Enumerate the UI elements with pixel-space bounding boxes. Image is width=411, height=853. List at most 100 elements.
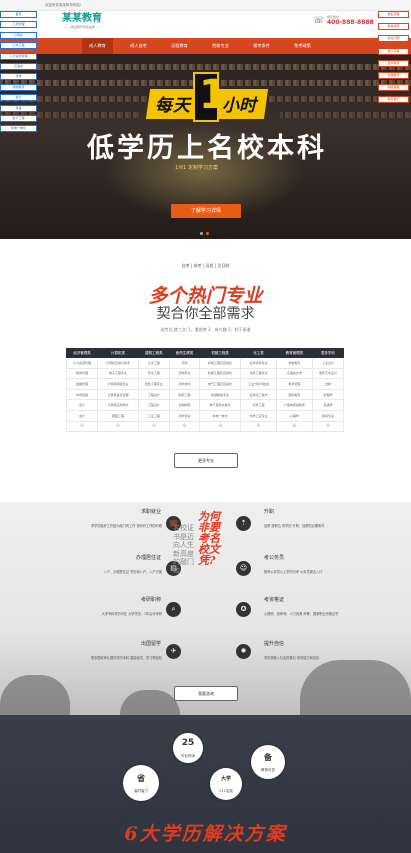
nav-item[interactable]: 成人教育 <box>82 38 113 54</box>
side-right-item[interactable]: 成人高考 <box>378 47 409 55</box>
plus-icon[interactable]: ⊕ <box>168 420 201 433</box>
major-cell[interactable]: 安全工程 <box>137 367 170 380</box>
major-cell[interactable]: 财务管理 <box>65 367 99 380</box>
side-left-item[interactable]: 首页 <box>0 11 37 18</box>
major-cell[interactable]: 计算机信息管理 <box>97 388 139 401</box>
major-cell[interactable]: 工业设计 <box>311 357 345 369</box>
benefit-desc: 加薪 提职位,有学历 升职、加薪的必要条件 <box>264 524 325 528</box>
benefit-title: 考资格证 <box>264 597 285 603</box>
major-cell[interactable]: 化学工程 <box>239 399 277 411</box>
major-cell[interactable]: 化学工业专业 <box>239 409 277 422</box>
side-left-item[interactable]: 计算机 <box>0 31 37 39</box>
side-left-item[interactable]: 土木工程 <box>0 42 37 50</box>
major-cell[interactable]: 法律 <box>311 378 345 390</box>
major-cell[interactable]: 市场营销 <box>65 388 99 401</box>
nav-item[interactable]: 报考条件 <box>246 38 277 54</box>
table-header: 经济管理类 <box>65 348 99 358</box>
carousel-dot-active[interactable] <box>206 232 209 235</box>
side-left-item[interactable]: 机电一体化 <box>0 125 37 133</box>
side-right-item[interactable]: 网络课程 <box>378 84 409 92</box>
major-cell[interactable]: 计算机应用与技术 <box>97 357 139 369</box>
category-links[interactable]: 自考 | 成考 | 远程 | 全日制 <box>0 263 411 269</box>
side-right-item[interactable]: 常见问题 <box>378 35 409 43</box>
major-cell[interactable]: 应用化工技术 <box>239 388 277 401</box>
major-cell[interactable]: 会计 <box>65 409 99 422</box>
plus-icon[interactable]: ⊕ <box>65 420 99 433</box>
major-cell[interactable]: 电影艺术设计 <box>311 367 345 380</box>
side-left-item[interactable]: 会计工程 <box>0 114 37 122</box>
major-cell[interactable]: 工程设计 <box>137 399 170 411</box>
consult-button[interactable]: 我要咨询 <box>174 686 238 701</box>
major-cell[interactable]: 汉语言文学 <box>275 367 313 380</box>
nav-item[interactable]: 院校专业 <box>205 38 236 54</box>
major-cell[interactable]: 药学 <box>168 357 201 369</box>
side-right-item[interactable]: 报名流程 <box>378 11 409 18</box>
major-cell[interactable]: 护理学 <box>311 388 345 401</box>
side-right-item[interactable]: 报考指南 <box>378 23 409 31</box>
major-cell[interactable]: 网络工程 <box>97 409 139 422</box>
plus-icon[interactable]: ⊕ <box>275 420 313 433</box>
major-cell[interactable]: 人力资源管理 <box>65 357 99 369</box>
left-float-menu: 首页工商管理计算机土木工程人力资源管理 汉语言法律学前教育会计英语会计工程机电一体… <box>0 11 37 136</box>
major-cell[interactable]: 应用化学专业 <box>239 357 277 369</box>
major-cell[interactable]: 英语学 <box>311 399 345 411</box>
major-cell[interactable]: 电气工程及自动化 <box>199 378 241 390</box>
plus-icon[interactable]: ⊕ <box>239 420 277 433</box>
major-cell[interactable]: 工程设计 <box>137 388 170 401</box>
learn-more-button[interactable]: 了解学习详情 <box>171 204 241 218</box>
badge-label: 教育可查 <box>261 768 275 772</box>
major-cell[interactable]: 教育管理 <box>275 378 313 390</box>
side-left-item[interactable]: 法律 <box>0 73 37 81</box>
hotline-number: 400-888-8888 <box>327 19 374 26</box>
side-left-item[interactable]: 汉语言 <box>0 62 37 70</box>
side-left-item[interactable]: 工商管理 <box>0 21 37 29</box>
table-header: 机械工程类 <box>199 348 241 358</box>
major-cell[interactable]: 会计 <box>65 399 99 411</box>
major-cell[interactable]: 生物制药 <box>168 399 201 411</box>
major-cell[interactable]: 计算机应用技术 <box>97 399 139 411</box>
nav-item[interactable]: 成人自考 <box>123 38 154 54</box>
major-cell[interactable]: 化学工程专业 <box>239 367 277 380</box>
major-cell[interactable]: 机械工程及自动化 <box>199 357 241 369</box>
table-row: 人力资源管理 计算机应用与技术 土木工程 药学 机械工程及自动化 应用化学专业 学前教育 工业… <box>65 357 345 369</box>
major-cell[interactable]: 金融管理 <box>65 378 99 390</box>
why-title: 为何非要考名校文凭? <box>198 510 220 567</box>
major-cell[interactable]: 计算机网络专业 <box>97 378 139 390</box>
carousel-dot[interactable] <box>200 232 203 235</box>
major-cell[interactable]: 机电一体化 <box>199 409 241 422</box>
benefit-desc: 很多国家承认国内学历本科 直接面试、学习很轻松 <box>90 656 162 660</box>
major-cell[interactable]: 制药工程 <box>168 388 201 401</box>
plus-icon[interactable]: ⊕ <box>311 420 345 433</box>
side-right-item[interactable]: 远程教育 <box>378 71 409 79</box>
side-right-item[interactable]: 联系我们 <box>378 96 409 104</box>
major-cell[interactable]: 药物专业 <box>168 367 201 380</box>
logo[interactable]: 某某教育 —— 职业教育专业品牌 —— <box>62 14 102 30</box>
nav-item[interactable]: 远程教育 <box>164 38 195 54</box>
major-cell[interactable]: 电气自动化技术 <box>199 399 241 411</box>
major-cell[interactable]: 新闻专业 <box>311 409 345 422</box>
major-cell[interactable]: 学前教育 <box>275 357 313 369</box>
major-cell[interactable]: 国际教育 <box>275 388 313 401</box>
major-cell[interactable]: 药学专业 <box>168 409 201 422</box>
major-cell[interactable]: 工业工程 <box>137 409 170 422</box>
more-majors-button[interactable]: 更多专业 <box>174 453 238 468</box>
major-cell[interactable]: 机械制造专业 <box>199 388 241 401</box>
side-left-item[interactable]: 学前教育 <box>0 83 37 91</box>
plus-icon[interactable]: ⊕ <box>137 420 170 433</box>
major-cell[interactable]: 土木工程 <box>137 357 170 369</box>
plus-icon[interactable]: ⊕ <box>97 420 139 433</box>
major-cell[interactable]: 电子工程专业 <box>97 367 139 380</box>
side-left-item[interactable]: 会计 <box>0 94 37 102</box>
major-cell[interactable]: 广播电视编辑学 <box>275 399 313 411</box>
side-left-item[interactable]: 人力资源管理 <box>0 52 37 60</box>
major-cell[interactable]: 建筑工程专业 <box>137 378 170 390</box>
major-cell[interactable]: 机械工程及自动化 <box>199 367 241 380</box>
table-header: 教育管理类 <box>275 348 313 358</box>
side-left-item[interactable]: 英语 <box>0 104 37 112</box>
nav-item[interactable]: 免考政策 <box>287 38 318 54</box>
major-cell[interactable]: 心理学 <box>275 409 313 422</box>
plus-icon[interactable]: ⊕ <box>199 420 241 433</box>
major-cell[interactable]: 药学技术 <box>168 378 201 390</box>
side-right-item[interactable]: 自学考试 <box>378 59 409 67</box>
major-cell[interactable]: 工业分析与检验 <box>239 378 277 390</box>
